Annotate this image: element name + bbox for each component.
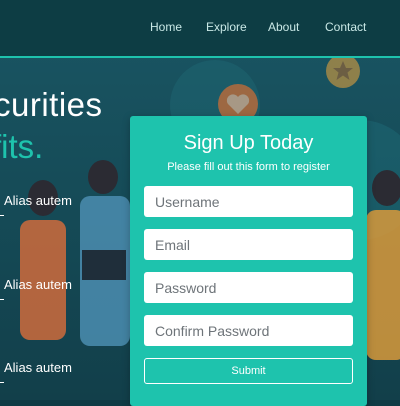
feature-dash [0, 299, 4, 300]
feature-dash [0, 382, 4, 383]
password-input[interactable] [144, 272, 353, 303]
feature-text: Alias autem [4, 360, 72, 375]
signup-title: Sign Up Today [183, 132, 314, 154]
feature-dash [0, 215, 4, 216]
nav-explore-link[interactable]: Explore [206, 20, 247, 34]
top-navbar: Home Explore About Contact [0, 0, 400, 58]
feature-text: Alias autem [4, 193, 72, 208]
nav-home-link[interactable]: Home [150, 20, 182, 34]
signup-card: Sign Up Today Please fill out this form … [130, 116, 367, 406]
username-input[interactable] [144, 186, 353, 217]
email-input[interactable] [144, 229, 353, 260]
feature-text: Alias autem [4, 277, 72, 292]
confirm-password-input[interactable] [144, 315, 353, 346]
hero-headline: curities [0, 86, 103, 123]
submit-button[interactable]: Submit [144, 358, 353, 384]
signup-subtitle: Please fill out this form to register [167, 161, 330, 173]
nav-about-link[interactable]: About [268, 20, 299, 34]
hero-headline-accent: fits. [0, 128, 44, 165]
nav-contact-link[interactable]: Contact [325, 20, 366, 34]
star-icon [326, 54, 360, 88]
